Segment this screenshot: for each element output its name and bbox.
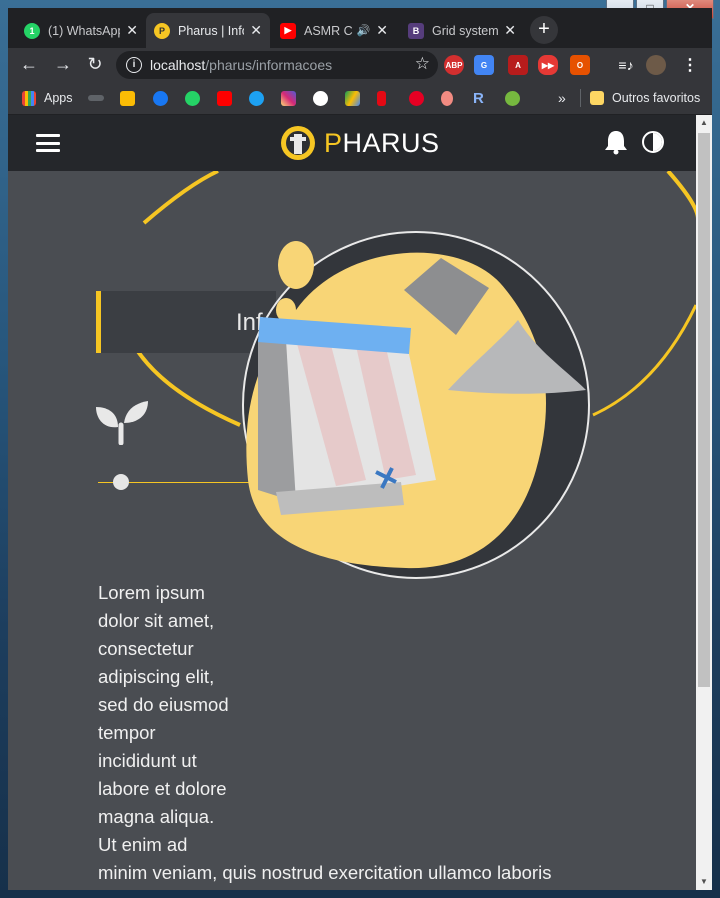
tab-pharus[interactable]: P Pharus | Informações ✕ xyxy=(146,13,270,48)
media-playlist-icon[interactable]: ≡♪ xyxy=(616,55,636,75)
close-icon[interactable]: ✕ xyxy=(126,22,138,39)
new-tab-button[interactable]: + xyxy=(530,16,558,44)
wap-icon xyxy=(88,95,104,101)
bookmark-lens[interactable] xyxy=(441,90,453,106)
twitter-icon xyxy=(249,90,264,106)
instagram-icon xyxy=(281,90,296,106)
speaker-icon[interactable]: 🔊 xyxy=(357,24,371,37)
youtube-icon xyxy=(217,90,232,106)
brand-first-letter: P xyxy=(324,127,343,158)
bookmark-youtube[interactable] xyxy=(217,90,232,106)
url-text[interactable]: localhost/pharus/informacoes xyxy=(150,57,332,73)
avatar[interactable] xyxy=(646,55,666,75)
close-icon[interactable]: ✕ xyxy=(504,22,516,39)
browser-window: – □ ✕ 1 (1) WhatsApp ✕ P Pharus | Inform… xyxy=(0,0,720,898)
back-arrow-icon[interactable]: ← xyxy=(18,54,40,75)
bookmark-google[interactable] xyxy=(313,90,328,106)
sprout-icon xyxy=(96,401,148,445)
whatsapp-icon xyxy=(185,90,200,106)
youtube-icon: ▶ xyxy=(280,22,296,39)
adblock-icon[interactable]: ABP xyxy=(444,55,464,75)
bookmark-drive[interactable] xyxy=(345,90,360,106)
close-icon[interactable]: ✕ xyxy=(376,22,388,39)
tab-title: ASMR C xyxy=(304,23,353,38)
tab-strip: 1 (1) WhatsApp ✕ P Pharus | Informações … xyxy=(8,8,712,48)
bookmark-apps[interactable]: Apps xyxy=(22,90,73,106)
lens-icon xyxy=(441,90,453,106)
bootstrap-icon: B xyxy=(408,22,424,39)
apps-grid-icon xyxy=(22,90,36,106)
pharus-icon: P xyxy=(154,22,170,39)
utorrent-icon xyxy=(505,90,520,106)
tab-title: Pharus | Informações xyxy=(178,23,244,38)
close-icon[interactable]: ✕ xyxy=(250,22,262,39)
other-bookmarks-label: Outros favoritos xyxy=(612,91,701,105)
bookmark-whatsapp[interactable] xyxy=(185,90,200,106)
netflix-icon xyxy=(377,90,386,106)
bookmark-wap[interactable] xyxy=(88,90,104,106)
google-translate-icon[interactable]: G xyxy=(474,55,494,75)
calendar-illustration xyxy=(242,231,590,579)
page-viewport: Info PHARUS Lorem ipsum dolor sit amet, … xyxy=(8,115,696,890)
browser-toolbar: ← → ↻ i localhost/pharus/informacoes ☆ A… xyxy=(8,48,712,82)
bookmarks-bar: Apps R » Outros favoritos xyxy=(8,82,712,115)
scroll-down-arrow-icon[interactable]: ▼ xyxy=(696,874,712,890)
bookmarks-divider xyxy=(580,89,581,107)
tab-whatsapp[interactable]: 1 (1) WhatsApp ✕ xyxy=(16,13,146,48)
bookmark-label: Apps xyxy=(44,91,73,105)
tab-title: (1) WhatsApp xyxy=(48,23,121,38)
bookmark-r[interactable]: R xyxy=(473,89,484,107)
office-icon[interactable]: O xyxy=(570,55,590,75)
tab-grid-system[interactable]: B Grid system ✕ xyxy=(400,13,524,48)
info-icon[interactable]: i xyxy=(126,57,142,73)
lighthouse-logo-icon xyxy=(281,126,315,160)
bookmarks-overflow-button[interactable]: » xyxy=(558,90,566,106)
bookmark-netflix[interactable] xyxy=(377,90,386,106)
brand-name: HARUS xyxy=(342,127,440,158)
bookmark-facebook[interactable] xyxy=(153,90,168,106)
slider-handle[interactable] xyxy=(113,474,129,490)
bell-icon[interactable] xyxy=(604,129,628,155)
whatsapp-icon: 1 xyxy=(24,22,40,39)
drive-icon xyxy=(345,90,360,106)
pdf-icon[interactable]: A xyxy=(508,55,528,75)
hamburger-menu-icon[interactable] xyxy=(36,134,60,152)
address-bar[interactable]: i localhost/pharus/informacoes ☆ xyxy=(116,51,438,79)
brand-logo[interactable]: PHARUS xyxy=(280,124,440,162)
scrollbar-thumb[interactable] xyxy=(698,133,710,687)
reload-icon[interactable]: ↻ xyxy=(84,54,106,75)
google-icon xyxy=(313,90,328,106)
tab-asmr[interactable]: ▶ ASMR C 🔊 ✕ xyxy=(272,13,396,48)
bookmark-pinterest[interactable] xyxy=(409,90,424,106)
lorem-paragraph: Lorem ipsum dolor sit amet, consectetur … xyxy=(98,582,552,883)
page-scrollbar[interactable]: ▲ ▼ xyxy=(696,115,712,890)
contrast-toggle-icon[interactable] xyxy=(642,131,664,153)
pinterest-icon xyxy=(409,90,424,106)
bookmark-instagram[interactable] xyxy=(281,90,296,106)
classroom-icon xyxy=(120,90,135,106)
r-icon: R xyxy=(473,89,484,107)
bookmark-twitter[interactable] xyxy=(249,90,264,106)
bookmark-classroom[interactable] xyxy=(120,90,135,106)
scroll-up-arrow-icon[interactable]: ▲ xyxy=(696,115,712,131)
tab-title: Grid system xyxy=(432,23,499,38)
app-header: PHARUS xyxy=(8,115,696,171)
bookmark-utorrent[interactable] xyxy=(505,90,520,106)
youtube-extension-icon[interactable]: ▶▶ xyxy=(538,55,558,75)
forward-arrow-icon[interactable]: → xyxy=(52,54,74,75)
menu-dots-icon[interactable]: ⋮ xyxy=(680,55,700,75)
other-bookmarks-folder[interactable]: Outros favoritos xyxy=(590,90,700,106)
bookmark-star-icon[interactable]: ☆ xyxy=(415,54,430,74)
folder-icon xyxy=(590,91,604,105)
facebook-icon xyxy=(153,90,168,106)
